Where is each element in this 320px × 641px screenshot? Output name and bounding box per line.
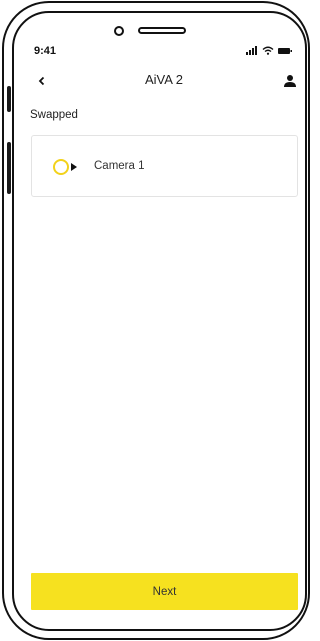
app-screen: 9:41 AiVA 2 Swapped Camera 1 Next — [22, 22, 306, 622]
signal-icon — [246, 46, 257, 55]
status-icons — [246, 46, 292, 55]
camera-list-item[interactable]: Camera 1 — [31, 135, 298, 197]
camera-label: Camera 1 — [94, 160, 145, 172]
volume-up-side-button — [7, 86, 11, 112]
status-time: 9:41 — [34, 45, 57, 57]
phone-device: 9:41 AiVA 2 Swapped Camera 1 Next — [0, 0, 312, 641]
user-icon — [284, 75, 296, 87]
page-title: AiVA 2 — [144, 72, 184, 87]
battery-icon — [278, 47, 292, 54]
status-bar: 9:41 — [22, 22, 306, 66]
navigation-bar: AiVA 2 — [22, 66, 306, 96]
next-button[interactable]: Next — [31, 573, 298, 610]
volume-down-side-button — [7, 142, 11, 194]
wifi-icon — [262, 46, 274, 55]
camera-icon — [53, 159, 77, 175]
profile-button[interactable] — [280, 71, 300, 91]
section-label: Swapped — [30, 109, 78, 121]
